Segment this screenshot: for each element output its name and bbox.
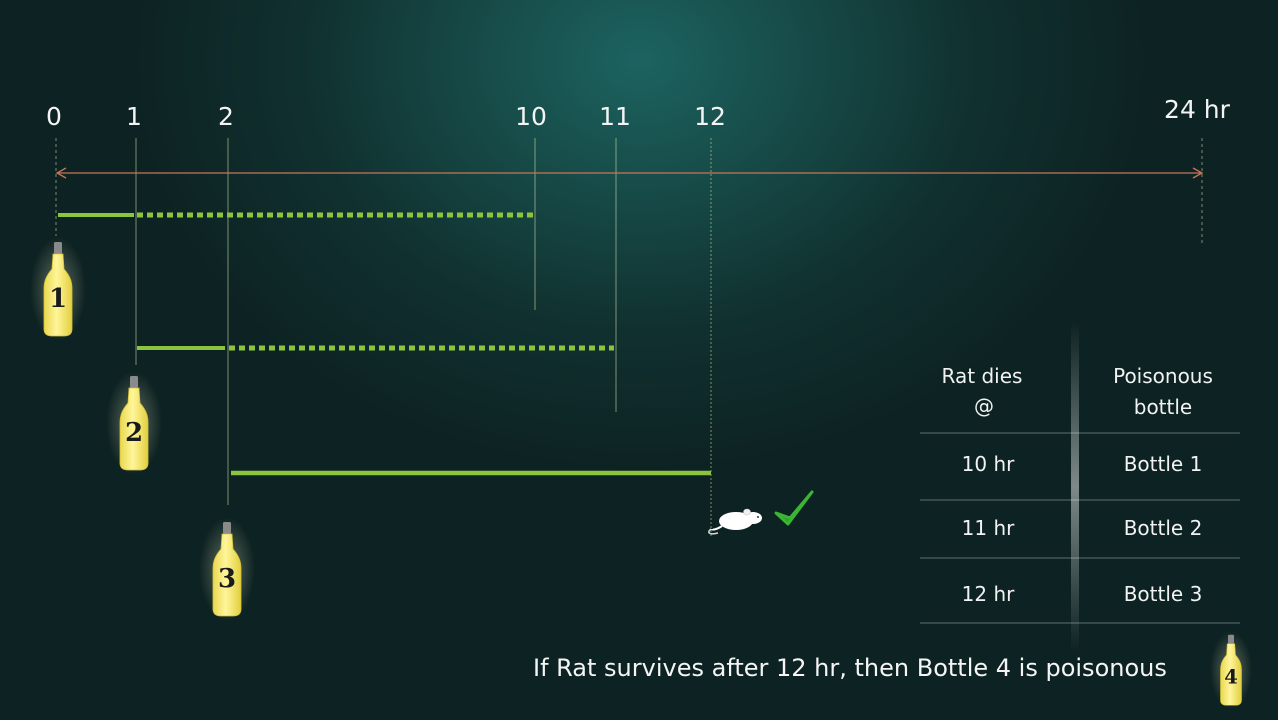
tick-label-2: 2 bbox=[218, 102, 234, 131]
table-column-divider bbox=[1071, 322, 1079, 652]
bottle-2-label: 2 bbox=[125, 418, 143, 448]
bottle-4: 4 bbox=[1210, 631, 1252, 709]
bottle-3-label: 3 bbox=[218, 564, 236, 594]
bottle-1: 1 bbox=[30, 237, 86, 341]
table-cell-time: 12 hr bbox=[962, 582, 1015, 606]
table-cell-time: 10 hr bbox=[962, 452, 1015, 476]
tick-label-12: 12 bbox=[694, 102, 726, 131]
bottle-4-label: 4 bbox=[1224, 666, 1238, 689]
rat-icon bbox=[708, 508, 762, 535]
table-header-poisonous: Poisonous bbox=[1113, 364, 1213, 388]
bottle-1-label: 1 bbox=[49, 284, 67, 314]
check-icon bbox=[774, 490, 814, 526]
timeline-diagram: 0 1 2 10 11 12 24 hr 1 2 3 4 Rat dies @ … bbox=[30, 95, 1252, 709]
table-header-bottle: bottle bbox=[1134, 395, 1192, 419]
time-axis-arrow bbox=[55, 167, 1204, 179]
table-cell-bottle: Bottle 2 bbox=[1124, 516, 1203, 540]
guide-lines bbox=[55, 138, 1203, 538]
table-header-at: @ bbox=[974, 394, 994, 418]
tick-label-11: 11 bbox=[599, 102, 631, 131]
conclusion-caption: If Rat survives after 12 hr, then Bottle… bbox=[533, 654, 1167, 682]
tick-label-1: 1 bbox=[126, 102, 142, 131]
tick-label-24hr: 24 hr bbox=[1164, 95, 1231, 124]
table-cell-time: 11 hr bbox=[962, 516, 1015, 540]
table-header-rat-dies: Rat dies bbox=[942, 364, 1023, 388]
bottle-2: 2 bbox=[106, 371, 162, 475]
bottle-3: 3 bbox=[199, 517, 255, 621]
table-cell-bottle: Bottle 3 bbox=[1124, 582, 1203, 606]
result-table: Rat dies @ Poisonous bottle 10 hr Bottle… bbox=[920, 322, 1240, 652]
tick-label-0: 0 bbox=[46, 102, 62, 131]
table-cell-bottle: Bottle 1 bbox=[1124, 452, 1203, 476]
tick-label-10: 10 bbox=[515, 102, 547, 131]
